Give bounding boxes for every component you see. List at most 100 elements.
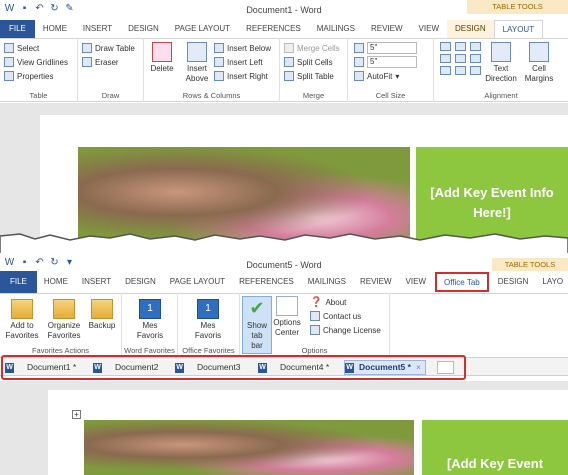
cell-margins-icon xyxy=(529,42,549,62)
tab-references[interactable]: REFERENCES xyxy=(232,271,301,293)
options-center-button[interactable]: Options Center xyxy=(272,296,302,338)
text-direction-button[interactable]: Text Direction xyxy=(484,42,518,84)
autofit-button[interactable]: AutoFit ▾ xyxy=(354,69,417,83)
split-cells-icon xyxy=(284,57,294,67)
tab-table-layout[interactable]: LAYOUT xyxy=(493,20,544,38)
gridlines-icon xyxy=(4,57,14,67)
tab-home[interactable]: HOME xyxy=(35,20,75,38)
event-banner: [Add Key Event xyxy=(422,420,568,475)
word-mes-favoris-button[interactable]: 1 Mes Favoris xyxy=(130,299,170,341)
checkmark-icon: ✔ xyxy=(249,298,265,318)
book-icon: 1 xyxy=(197,299,219,319)
merge-icon xyxy=(284,43,294,53)
insert-left-icon xyxy=(214,57,224,67)
folder-add-icon xyxy=(11,299,33,319)
tab-file[interactable]: FILE xyxy=(0,20,35,38)
contact-us-button[interactable]: Contact us xyxy=(310,309,381,323)
group-label: Merge xyxy=(302,91,325,100)
group-office-favorites: 1 Mes Favoris Office Favorites xyxy=(178,293,240,355)
align-icon[interactable] xyxy=(455,42,466,51)
properties-button[interactable]: Properties xyxy=(4,69,68,83)
insert-above-button[interactable]: Insert Above xyxy=(182,42,212,84)
group-alignment: Text Direction Cell Margins Alignment xyxy=(434,38,568,102)
row-height-field[interactable]: 5" xyxy=(354,41,417,55)
organize-favorites-button[interactable]: Organize Favorites xyxy=(44,299,84,341)
insert-right-button[interactable]: Insert Right xyxy=(214,69,271,83)
tab-insert[interactable]: INSERT xyxy=(75,271,118,293)
group-merge: Merge Cells Split Cells Split Table Merg… xyxy=(280,38,348,102)
office-mes-favoris-button[interactable]: 1 Mes Favoris xyxy=(188,299,228,341)
tab-office-tab[interactable]: Office Tab xyxy=(435,272,489,292)
select-button[interactable]: Select xyxy=(4,41,68,55)
group-options: ✔ Show tab bar Options Center ❓ About Cont… xyxy=(240,293,390,355)
tab-home[interactable]: HOME xyxy=(37,271,75,293)
add-to-favorites-button[interactable]: Add to Favorites xyxy=(4,299,40,341)
split-table-icon xyxy=(284,71,294,81)
tab-design[interactable]: DESIGN xyxy=(120,20,167,38)
tab-mailings[interactable]: MAILINGS xyxy=(301,271,353,293)
delete-button[interactable]: Delete xyxy=(148,42,176,74)
tab-view[interactable]: VIEW xyxy=(399,271,433,293)
group-label: Word Favorites xyxy=(124,346,175,355)
cell-margins-button[interactable]: Cell Margins xyxy=(522,42,556,84)
split-cells-button[interactable]: Split Cells xyxy=(284,55,340,69)
tab-table-layout[interactable]: LAYO xyxy=(535,271,568,293)
tab-references[interactable]: REFERENCES xyxy=(238,20,309,38)
change-license-button[interactable]: Change License xyxy=(310,323,381,337)
insert-left-button[interactable]: Insert Left xyxy=(214,55,271,69)
options-page-icon xyxy=(276,296,298,316)
draw-table-button[interactable]: Draw Table xyxy=(82,41,135,55)
align-icon[interactable] xyxy=(440,42,451,51)
text-direction-icon xyxy=(491,42,511,62)
tab-review[interactable]: REVIEW xyxy=(363,20,411,38)
group-label: Cell Size xyxy=(375,91,406,100)
delete-icon xyxy=(152,42,172,62)
eraser-button[interactable]: Eraser xyxy=(82,55,135,69)
eraser-icon xyxy=(82,57,92,67)
license-icon xyxy=(310,325,320,335)
torn-edge-divider xyxy=(0,233,568,256)
alignment-grid[interactable] xyxy=(440,42,482,75)
align-icon[interactable] xyxy=(455,54,466,63)
group-label: Draw xyxy=(101,91,120,100)
tab-table-design[interactable]: DESIGN xyxy=(491,271,536,293)
group-label: Office Favorites xyxy=(182,346,235,355)
align-icon[interactable] xyxy=(470,54,481,63)
window-title: Document5 - Word xyxy=(246,260,322,270)
split-table-button[interactable]: Split Table xyxy=(284,69,340,83)
align-icon[interactable] xyxy=(455,66,466,75)
book-icon: 1 xyxy=(139,299,161,319)
properties-icon xyxy=(4,71,14,81)
tab-mailings[interactable]: MAILINGS xyxy=(309,20,363,38)
merge-cells-button[interactable]: Merge Cells xyxy=(284,41,340,55)
table-tools-label: TABLE TOOLS xyxy=(492,258,568,272)
table-tools-label: TABLE TOOLS xyxy=(467,0,568,14)
tab-table-design[interactable]: DESIGN xyxy=(447,20,494,38)
align-icon[interactable] xyxy=(470,42,481,51)
insert-below-button[interactable]: Insert Below xyxy=(214,41,271,55)
tab-insert[interactable]: INSERT xyxy=(75,20,120,38)
group-draw: Draw Table Eraser Draw xyxy=(78,38,144,102)
column-width-field[interactable]: 5" xyxy=(354,55,417,69)
align-icon[interactable] xyxy=(440,66,451,75)
tab-design[interactable]: DESIGN xyxy=(118,271,163,293)
align-icon[interactable] xyxy=(470,66,481,75)
width-icon xyxy=(354,57,364,67)
group-favorites-actions: Add to Favorites Organize Favorites Back… xyxy=(0,293,122,355)
tab-review[interactable]: REVIEW xyxy=(353,271,399,293)
group-table: Select View Gridlines Properties Table xyxy=(0,38,78,102)
align-icon[interactable] xyxy=(440,54,451,63)
tab-page-layout[interactable]: PAGE LAYOUT xyxy=(163,271,232,293)
backup-button[interactable]: Backup xyxy=(86,299,118,331)
group-cell-size: 5" 5" AutoFit ▾ Cell Size xyxy=(348,38,434,102)
pencil-icon xyxy=(82,43,92,53)
view-gridlines-button[interactable]: View Gridlines xyxy=(4,55,68,69)
tab-view[interactable]: VIEW xyxy=(411,20,447,38)
ribbon-tabs: FILE HOME INSERT DESIGN PAGE LAYOUT REFE… xyxy=(0,271,568,293)
folder-organize-icon xyxy=(53,299,75,319)
tab-file[interactable]: FILE xyxy=(0,271,37,293)
mail-icon xyxy=(310,311,320,321)
table-move-handle[interactable]: + xyxy=(72,410,81,419)
tab-page-layout[interactable]: PAGE LAYOUT xyxy=(167,20,238,38)
about-button[interactable]: ❓ About xyxy=(310,295,381,309)
